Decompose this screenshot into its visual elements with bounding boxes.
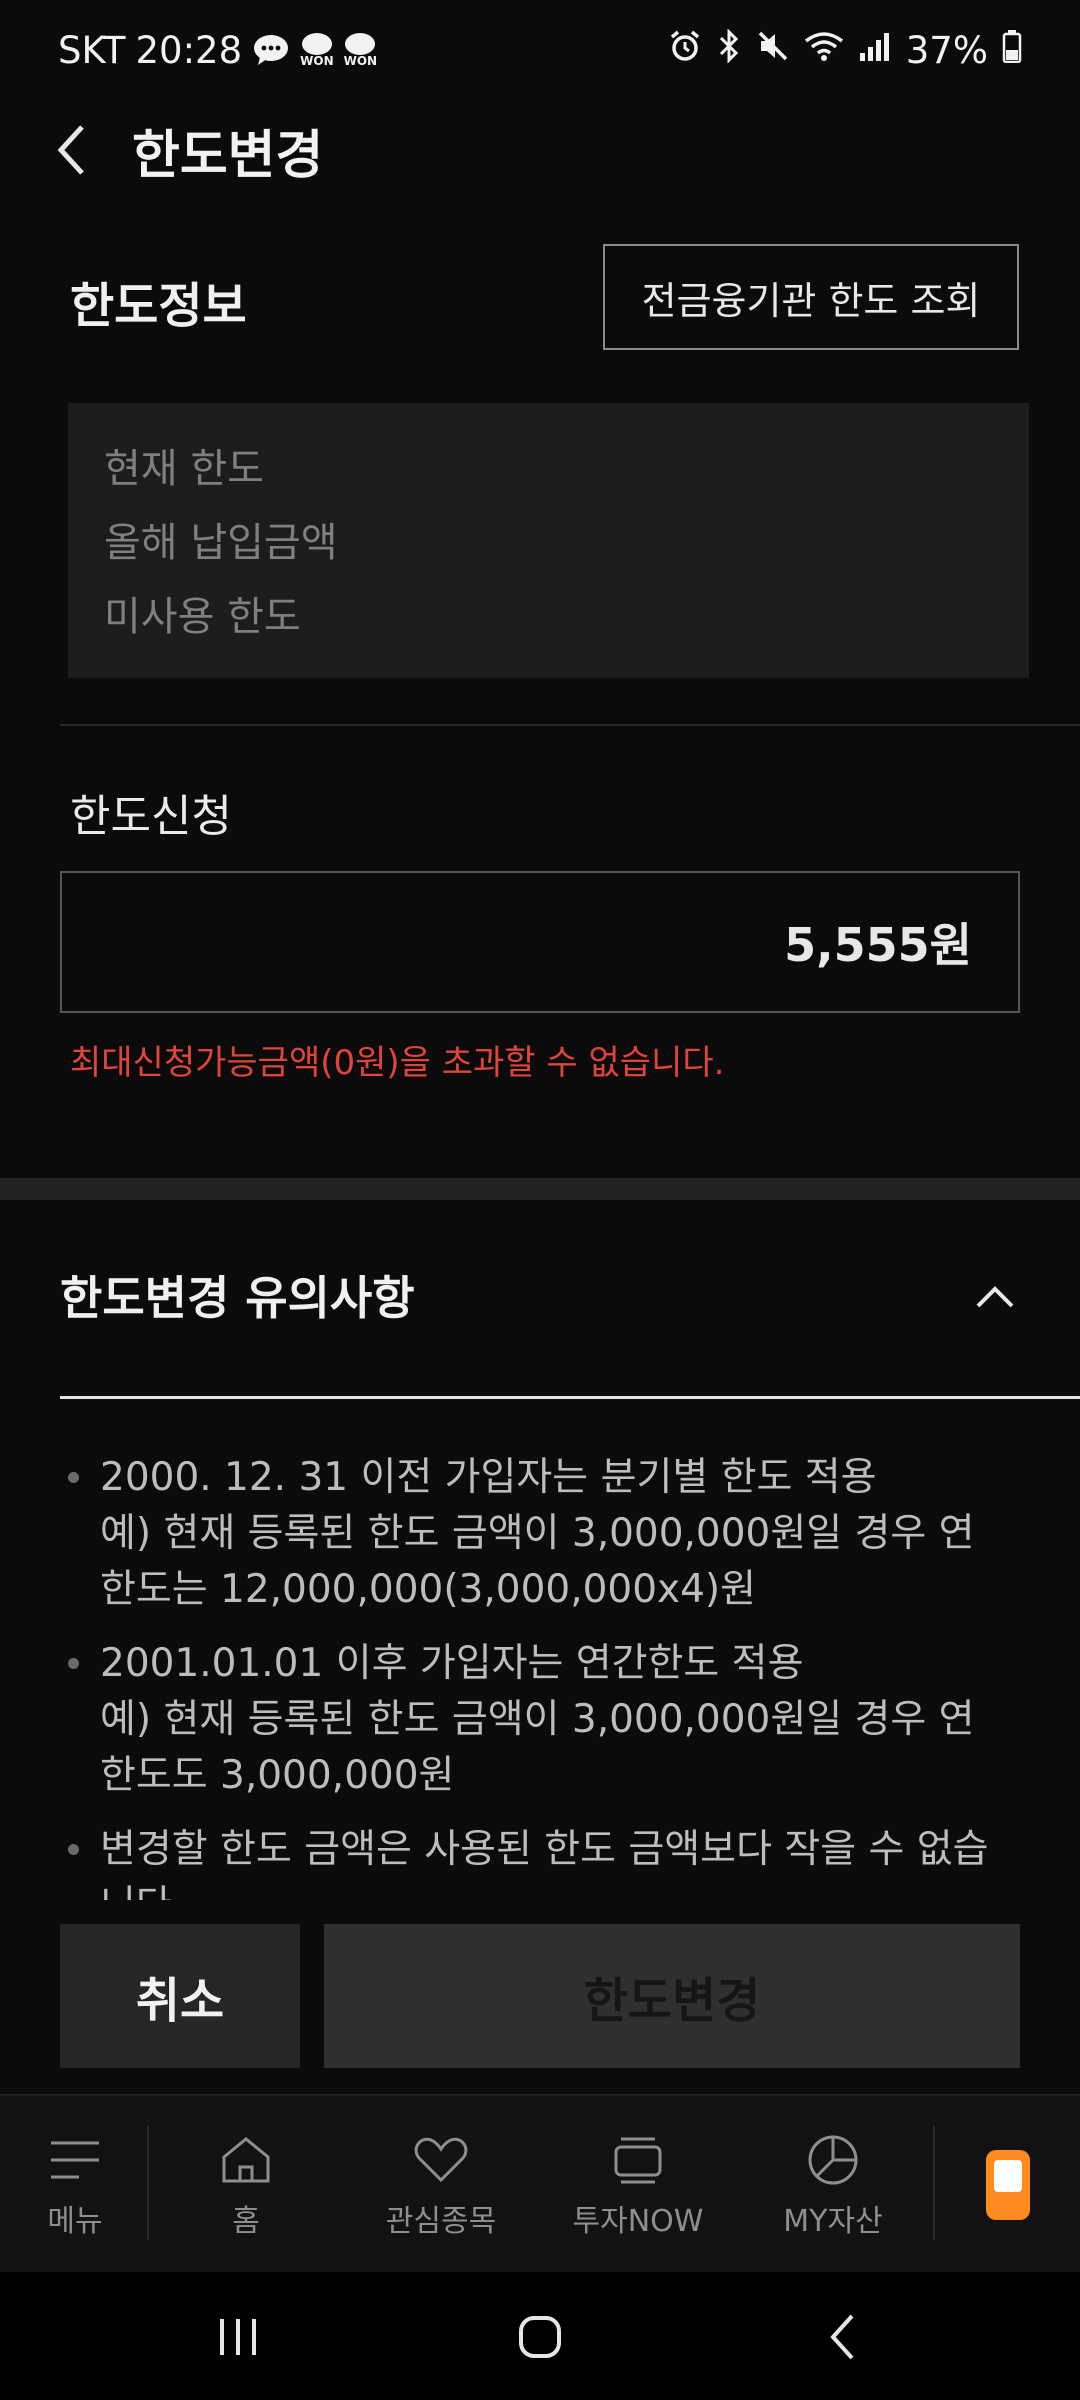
nav-my-assets-label: MY자산 bbox=[783, 2204, 883, 2239]
recent-apps-button[interactable] bbox=[198, 2302, 278, 2372]
mute-icon bbox=[756, 29, 790, 72]
nav-menu-label: 메뉴 bbox=[47, 2204, 103, 2239]
limit-apply-label: 한도신청 bbox=[70, 791, 232, 842]
status-right: 37% bbox=[668, 27, 1022, 72]
nav-watchlist-label: 관심종목 bbox=[385, 2204, 497, 2239]
nav-home-label: 홈 bbox=[232, 2204, 260, 2239]
note-item: 변경할 한도 금액은 사용된 한도 금액보다 작을 수 없습니다. bbox=[60, 1822, 1020, 1900]
back-button[interactable] bbox=[56, 120, 100, 180]
home-circle-icon bbox=[519, 2316, 561, 2358]
won-notification-icon: WON bbox=[300, 33, 334, 68]
paid-this-year-label: 올해 납입금액 bbox=[104, 520, 338, 566]
nav-divider bbox=[147, 2126, 149, 2240]
battery-percent: 37% bbox=[905, 28, 988, 72]
nav-home[interactable]: 홈 bbox=[186, 2096, 306, 2274]
all-institutions-limit-button[interactable]: 전금융기관 한도 조회 bbox=[603, 244, 1019, 350]
chat-bubble-icon bbox=[252, 33, 290, 67]
page-title: 한도변경 bbox=[132, 125, 324, 186]
chevron-left-icon bbox=[57, 125, 84, 175]
clock: 20:28 bbox=[135, 28, 243, 72]
stack-icon bbox=[608, 2130, 668, 2190]
unused-limit-label: 미사용 한도 bbox=[104, 594, 301, 640]
collapse-button[interactable] bbox=[970, 1272, 1020, 1322]
note-text: 변경할 한도 금액은 사용된 한도 금액보다 작을 수 없습니다. bbox=[100, 1827, 989, 1900]
menu-icon bbox=[45, 2130, 105, 2190]
bullet-icon bbox=[68, 1844, 79, 1855]
error-message: 최대신청가능금액(0원)을 초과할 수 없습니다. bbox=[70, 1043, 725, 1083]
nav-divider bbox=[933, 2126, 935, 2240]
note-text: 2000. 12. 31 이전 가입자는 분기별 한도 적용 예) 현재 등록된… bbox=[100, 1455, 975, 1612]
nav-invest-now[interactable]: 투자NOW bbox=[556, 2096, 720, 2274]
status-left: SKT 20:28 WON WON bbox=[58, 29, 377, 72]
bullet-icon bbox=[68, 1658, 79, 1669]
home-icon bbox=[216, 2130, 276, 2190]
signal-icon bbox=[858, 29, 892, 72]
notes-title: 한도변경 유의사항 bbox=[60, 1271, 415, 1325]
nav-watchlist[interactable]: 관심종목 bbox=[366, 2096, 516, 2274]
notes-divider bbox=[60, 1396, 1080, 1399]
system-back-button[interactable] bbox=[802, 2302, 882, 2372]
notes-list: 2000. 12. 31 이전 가입자는 분기별 한도 적용 예) 현재 등록된… bbox=[60, 1450, 1020, 1900]
limit-amount-input[interactable]: 5,555원 bbox=[60, 871, 1020, 1013]
limit-info-box: 현재 한도 올해 납입금액 미사용 한도 bbox=[68, 403, 1029, 678]
wifi-icon bbox=[804, 29, 844, 72]
nav-invest-now-label: 투자NOW bbox=[572, 2204, 704, 2239]
system-back-icon bbox=[830, 2314, 854, 2360]
recent-apps-icon bbox=[220, 2319, 256, 2355]
bottom-navigation: 메뉴 홈 관심종목 투자NOW MY자산 bbox=[0, 2094, 1080, 2272]
nav-menu[interactable]: 메뉴 bbox=[20, 2096, 130, 2274]
won-badge-label: WON bbox=[300, 54, 334, 68]
app-header: 한도변경 bbox=[0, 100, 1080, 200]
note-text: 2001.01.01 이후 가입자는 연간한도 적용 예) 현재 등록된 한도 … bbox=[100, 1641, 975, 1798]
bluetooth-icon bbox=[716, 27, 742, 72]
battery-icon bbox=[1002, 29, 1022, 72]
won-badge-label: WON bbox=[343, 54, 378, 68]
note-item: 2001.01.01 이후 가입자는 연간한도 적용 예) 현재 등록된 한도 … bbox=[60, 1636, 1020, 1804]
heart-icon bbox=[411, 2130, 471, 2190]
change-limit-button[interactable]: 한도변경 bbox=[324, 1924, 1020, 2068]
status-bar: SKT 20:28 WON WON 37% bbox=[0, 0, 1080, 100]
limit-info-title: 한도정보 bbox=[70, 278, 247, 334]
alarm-icon bbox=[668, 29, 702, 72]
quick-action-button[interactable] bbox=[986, 2150, 1030, 2220]
note-item: 2000. 12. 31 이전 가입자는 분기별 한도 적용 예) 현재 등록된… bbox=[60, 1450, 1020, 1618]
quick-action-icon bbox=[994, 2160, 1022, 2192]
carrier-label: SKT bbox=[58, 28, 126, 72]
limit-amount-value: 5,555원 bbox=[784, 918, 972, 972]
cancel-button[interactable]: 취소 bbox=[60, 1924, 300, 2068]
pie-chart-icon bbox=[803, 2130, 863, 2190]
chevron-up-icon bbox=[976, 1286, 1014, 1308]
section-divider bbox=[60, 724, 1080, 726]
home-button[interactable] bbox=[500, 2302, 580, 2372]
system-navigation-bar bbox=[0, 2272, 1080, 2400]
won-notification-icon: WON bbox=[344, 33, 377, 67]
current-limit-label: 현재 한도 bbox=[104, 446, 264, 492]
bullet-icon bbox=[68, 1472, 79, 1483]
nav-my-assets[interactable]: MY자산 bbox=[768, 2096, 898, 2274]
section-separator bbox=[0, 1178, 1080, 1200]
